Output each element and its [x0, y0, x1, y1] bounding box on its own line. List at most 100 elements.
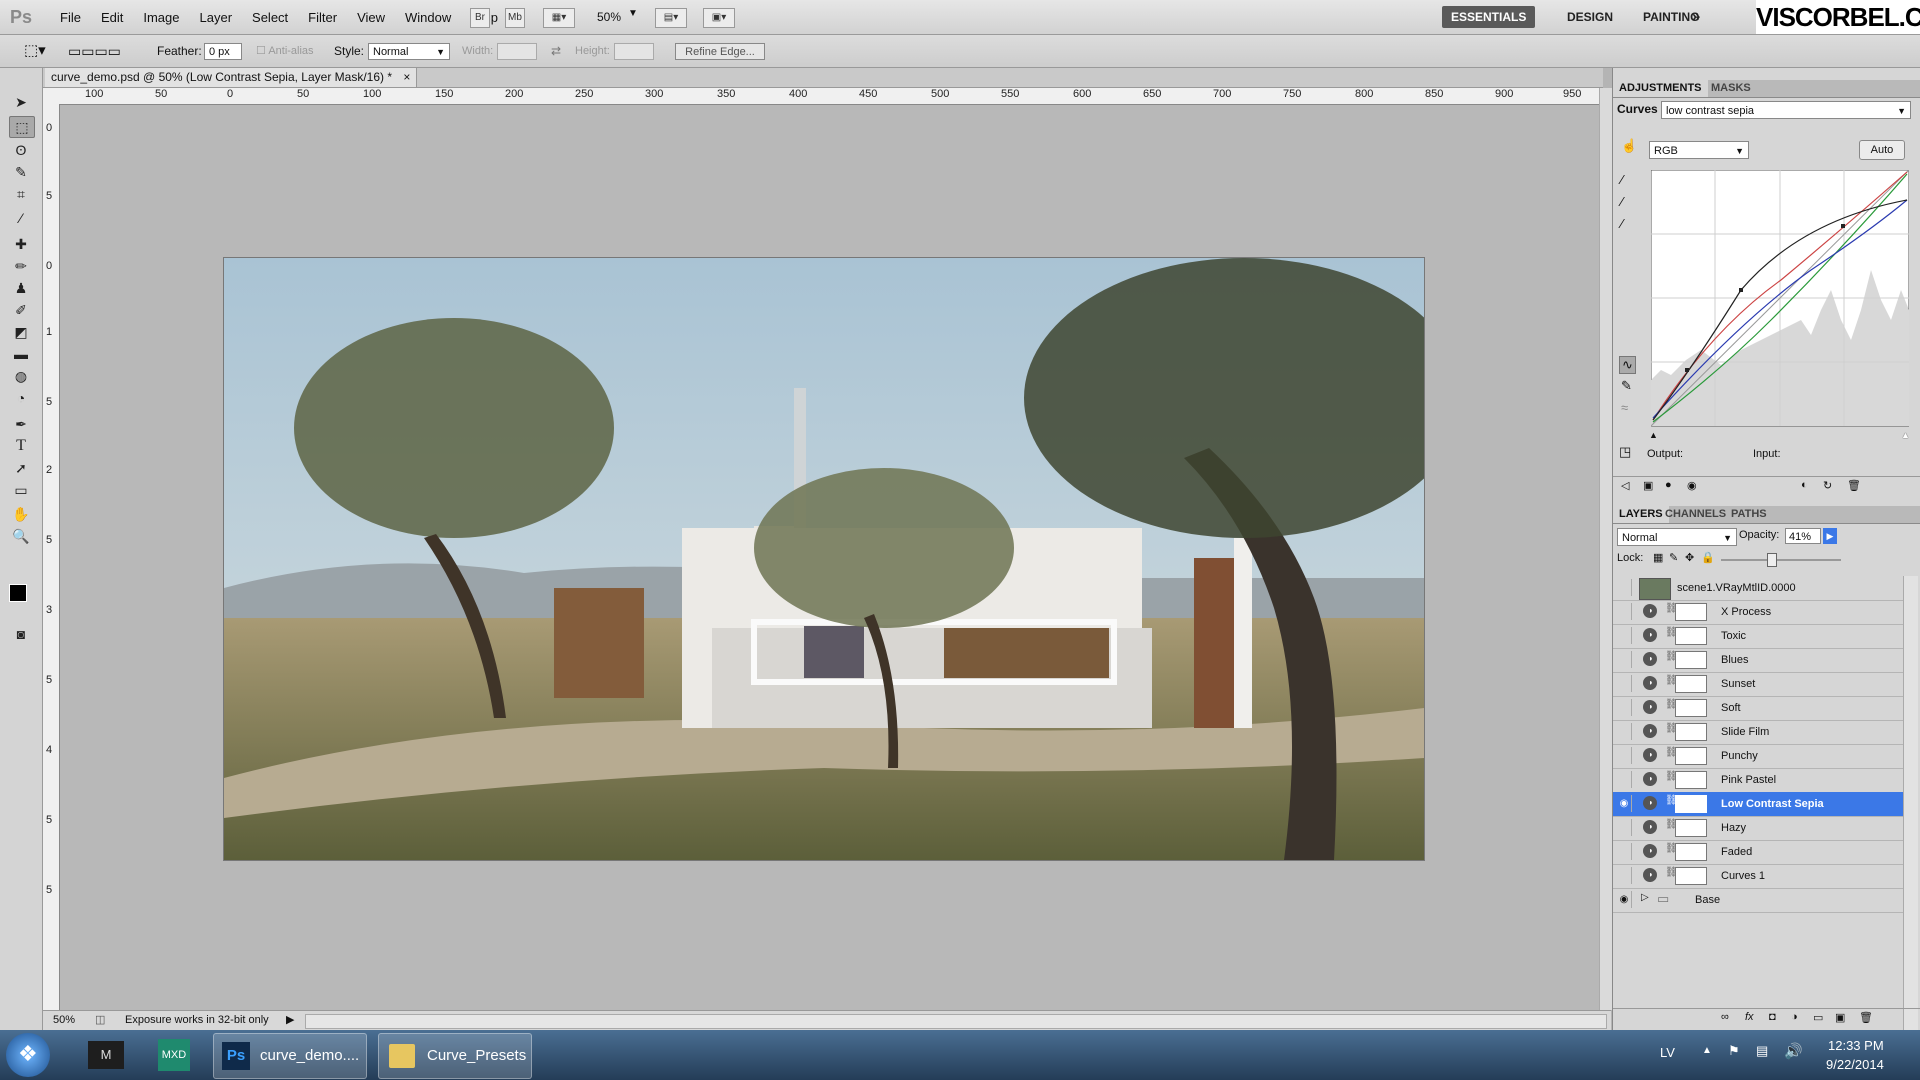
layer-row[interactable]: ◑ ⛓ Slide Film [1613, 720, 1903, 745]
new-adjustment-icon[interactable]: ◑ [1791, 1011, 1798, 1023]
language-indicator[interactable]: LV [1660, 1045, 1675, 1060]
opacity-input[interactable]: 41% [1785, 528, 1821, 544]
shape-icon[interactable]: ▭ [9, 480, 33, 500]
on-image-adjust-icon[interactable]: ☝ [1621, 138, 1637, 154]
network-icon[interactable]: ▤ [1756, 1043, 1768, 1059]
horizontal-scrollbar[interactable] [305, 1014, 1607, 1029]
arrange-documents-button[interactable]: ▤▾ [655, 8, 687, 28]
lock-transparent-icon[interactable]: ▦ [1653, 551, 1663, 564]
new-group-icon[interactable]: ▭ [1813, 1011, 1823, 1024]
volume-icon[interactable]: 🔊 [1784, 1042, 1803, 1060]
tab-masks[interactable]: MASKS [1705, 80, 1757, 97]
zoom-icon[interactable]: 🔍 [9, 526, 33, 546]
refine-edge-button[interactable]: Refine Edge... [675, 43, 765, 60]
opacity-slider-arrow-icon[interactable]: ▶ [1823, 528, 1837, 544]
style-select[interactable]: Normal ▼ [368, 43, 450, 60]
screen-mode-button[interactable]: ▣▾ [703, 8, 735, 28]
layer-row[interactable]: ◑ ⛓ Soft [1613, 696, 1903, 721]
layer-mask-thumbnail[interactable] [1675, 651, 1707, 669]
hand-icon[interactable]: ✋ [9, 504, 33, 524]
layer-row[interactable]: ◑ ⛓ Blues [1613, 648, 1903, 673]
layer-row-selected[interactable]: ◉ ◑ ⛓ Low Contrast Sepia [1613, 792, 1903, 817]
layer-mask-thumbnail[interactable] [1675, 675, 1707, 693]
trash-icon[interactable]: 🗑 [1859, 1011, 1873, 1024]
tab-adjustments[interactable]: ADJUSTMENTS [1613, 80, 1708, 97]
vertical-scrollbar[interactable] [1599, 88, 1612, 1010]
white-slider-icon[interactable]: ▲ [1901, 430, 1910, 440]
layer-row[interactable]: ◑ ⛓ X Process [1613, 600, 1903, 625]
quick-mask-icon[interactable]: ◙ [9, 624, 33, 644]
black-slider-icon[interactable]: ▲ [1649, 430, 1658, 440]
pen-icon[interactable]: ✒ [9, 414, 33, 434]
new-layer-icon[interactable]: ▣ [1835, 1011, 1845, 1024]
curve-pencil-icon[interactable]: ✎ [1621, 378, 1632, 394]
layer-row[interactable]: ◑ ⛓ Faded [1613, 840, 1903, 865]
mini-bridge-button[interactable]: Mb [505, 8, 525, 28]
view-extras-button[interactable]: ▦▾ [543, 8, 575, 28]
clock-time[interactable]: 12:33 PM [1828, 1038, 1884, 1053]
layer-mask-thumbnail[interactable] [1675, 699, 1707, 717]
chevron-down-icon[interactable]: ▼ [628, 8, 638, 19]
black-point-eyedropper-icon[interactable]: ⁄ [1621, 172, 1623, 187]
link-layers-icon[interactable]: ∞ [1721, 1011, 1729, 1023]
layer-mask-thumbnail[interactable] [1675, 795, 1707, 813]
feather-input[interactable]: 0 px [204, 43, 242, 60]
zoom-level[interactable]: 50% [597, 10, 621, 24]
start-button[interactable]: ❖ [6, 1033, 50, 1077]
gray-point-eyedropper-icon[interactable]: ⁄ [1621, 194, 1623, 209]
gradient-icon[interactable]: ▬ [9, 344, 33, 364]
curves-preset-select[interactable]: low contrast sepia ▼ [1661, 101, 1911, 119]
reset-icon[interactable]: ↻ [1823, 479, 1832, 492]
lock-paint-icon[interactable]: ✎ [1669, 551, 1678, 564]
history-brush-icon[interactable]: ✐ [9, 300, 33, 320]
status-info-icon[interactable]: ◫ [95, 1013, 105, 1026]
clock-date[interactable]: 9/22/2014 [1826, 1057, 1884, 1072]
layer-row[interactable]: ◑ ⛓ Toxic [1613, 624, 1903, 649]
quick-selection-icon[interactable]: ✎ [9, 162, 33, 182]
eyedropper-icon[interactable]: ⁄ [9, 208, 33, 228]
taskbar-app-mxd[interactable]: MXD [150, 1033, 198, 1077]
status-menu-arrow-icon[interactable]: ▶ [286, 1013, 294, 1026]
tab-channels[interactable]: CHANNELS [1659, 506, 1732, 523]
layer-mask-thumbnail[interactable] [1675, 627, 1707, 645]
crop-icon[interactable]: ⌗ [9, 184, 33, 204]
menu-view[interactable]: View [347, 10, 395, 25]
path-selection-icon[interactable]: ➚ [9, 458, 33, 478]
document-canvas-image[interactable] [224, 258, 1424, 860]
lock-all-icon[interactable]: 🔒 [1701, 551, 1715, 564]
blur-icon[interactable]: ◍ [9, 366, 33, 386]
menu-file[interactable]: File [50, 10, 91, 25]
layer-group-row[interactable]: ◉ ▷ ▭ Base [1613, 888, 1903, 913]
layer-mask-thumbnail[interactable] [1675, 819, 1707, 837]
menu-window[interactable]: Window [395, 10, 461, 25]
tray-expand-icon[interactable]: ▲ [1702, 1045, 1712, 1056]
view-previous-icon[interactable]: ◐ [1801, 479, 1808, 491]
layer-row[interactable]: ◑ ⛓ Curves 1 [1613, 864, 1903, 889]
bridge-button[interactable]: Br [470, 8, 490, 28]
menu-image[interactable]: Image [133, 10, 189, 25]
rectangular-marquee-icon[interactable]: ⬚ [9, 116, 35, 138]
add-mask-icon[interactable]: ◘ [1769, 1011, 1776, 1023]
layer-row-base-image[interactable]: scene1.VRayMtlID.0000 [1613, 576, 1903, 601]
expand-triangle-icon[interactable]: ▷ [1641, 892, 1649, 903]
lasso-icon[interactable]: ʘ [9, 140, 33, 160]
channel-select[interactable]: RGB ▼ [1649, 141, 1749, 159]
marquee-icon[interactable]: ⬚▾ [24, 35, 46, 67]
curve-options-icon[interactable]: ◳ [1619, 444, 1631, 460]
close-icon[interactable]: × [403, 70, 410, 84]
layer-mask-thumbnail[interactable] [1675, 771, 1707, 789]
tab-paths[interactable]: PATHS [1725, 506, 1773, 523]
opacity-slider[interactable] [1721, 552, 1841, 567]
eye-icon[interactable]: ◉ [1617, 795, 1632, 812]
anti-alias-checkbox[interactable]: ☐ Anti-alias [256, 35, 314, 67]
curve-point-tool-icon[interactable]: ∿ [1619, 356, 1636, 374]
swap-icon[interactable]: ⇄ [551, 35, 561, 67]
white-point-eyedropper-icon[interactable]: ⁄ [1621, 216, 1623, 231]
action-center-icon[interactable]: ⚑ [1728, 1043, 1740, 1059]
clip-to-layer-icon[interactable]: ● [1665, 479, 1672, 491]
document-tab[interactable]: curve_demo.psd @ 50% (Low Contrast Sepia… [45, 68, 418, 87]
workspace-more[interactable]: » [1683, 6, 1709, 28]
auto-button[interactable]: Auto [1859, 140, 1905, 160]
eye-icon[interactable]: ◉ [1687, 479, 1697, 492]
layer-mask-thumbnail[interactable] [1675, 747, 1707, 765]
